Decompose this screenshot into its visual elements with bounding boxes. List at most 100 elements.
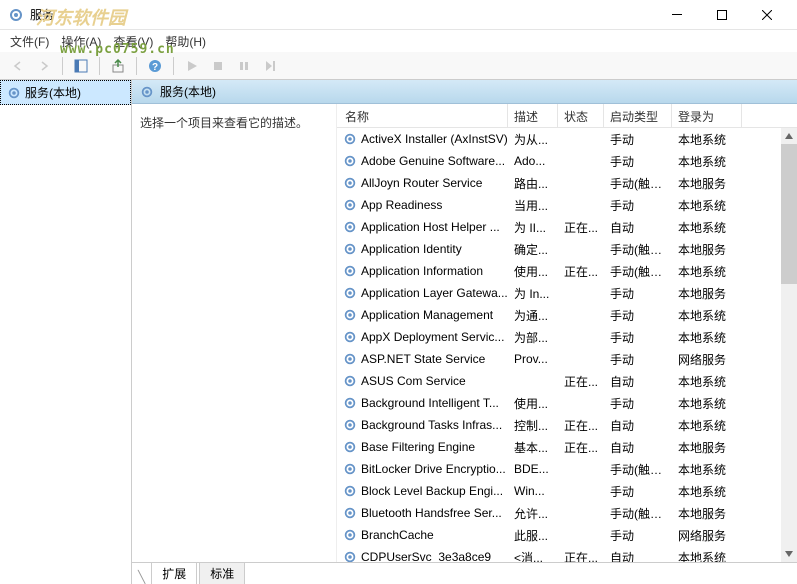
service-row[interactable]: CDPUserSvc_3e3a8ce9<消...正在...自动本地系统 — [337, 546, 797, 562]
cell-status — [558, 489, 604, 493]
cell-logon: 本地服务 — [672, 283, 742, 304]
service-row[interactable]: App Readiness当用...手动本地系统 — [337, 194, 797, 216]
scroll-up-button[interactable] — [781, 128, 797, 144]
cell-name: Base Filtering Engine — [337, 438, 508, 456]
service-row[interactable]: Application Host Helper ...为 II...正在...自… — [337, 216, 797, 238]
watermark-url: www.pc0759.cn — [60, 42, 175, 57]
cell-logon: 本地系统 — [672, 459, 742, 480]
minimize-button[interactable] — [654, 0, 699, 30]
scroll-track[interactable] — [781, 144, 797, 546]
cell-logon: 本地系统 — [672, 547, 742, 563]
service-row[interactable]: Application Identity确定...手动(触发...本地服务 — [337, 238, 797, 260]
cell-status — [558, 203, 604, 207]
cell-status — [558, 291, 604, 295]
service-row[interactable]: Background Intelligent T...使用...手动本地系统 — [337, 392, 797, 414]
col-header-startup[interactable]: 启动类型 — [604, 104, 672, 127]
scroll-down-button[interactable] — [781, 546, 797, 562]
scrollbar[interactable] — [781, 128, 797, 562]
cell-startup: 手动 — [604, 481, 672, 502]
content-title: 服务(本地) — [160, 83, 216, 100]
cell-status — [558, 511, 604, 515]
cell-logon: 本地系统 — [672, 217, 742, 238]
col-header-desc[interactable]: 描述 — [508, 104, 558, 127]
service-row[interactable]: ActiveX Installer (AxInstSV)为从...手动本地系统 — [337, 128, 797, 150]
service-row[interactable]: AppX Deployment Servic...为部...手动本地系统 — [337, 326, 797, 348]
menu-file[interactable]: 文件(F) — [4, 31, 55, 52]
cell-status — [558, 313, 604, 317]
cell-desc: 控制... — [508, 415, 558, 436]
service-row[interactable]: Bluetooth Handsfree Ser...允许...手动(触发...本… — [337, 502, 797, 524]
cell-startup: 自动 — [604, 547, 672, 563]
tree-root[interactable]: 服务(本地) — [0, 80, 131, 105]
separator — [62, 57, 63, 75]
cell-status: 正在... — [558, 415, 604, 436]
service-row[interactable]: Block Level Backup Engi...Win...手动本地系统 — [337, 480, 797, 502]
cell-startup: 手动(触发... — [604, 173, 672, 194]
cell-name: Application Layer Gatewa... — [337, 284, 508, 302]
cell-startup: 手动(触发... — [604, 459, 672, 480]
service-icon — [343, 286, 357, 300]
window-controls — [654, 0, 789, 30]
cell-name: ActiveX Installer (AxInstSV) — [337, 130, 508, 148]
list-body[interactable]: ActiveX Installer (AxInstSV)为从...手动本地系统A… — [337, 128, 797, 562]
cell-logon: 本地系统 — [672, 481, 742, 502]
cell-desc: 为通... — [508, 305, 558, 326]
service-row[interactable]: Application Management为通...手动本地系统 — [337, 304, 797, 326]
service-icon — [343, 176, 357, 190]
service-icon — [343, 506, 357, 520]
back-button — [6, 55, 30, 77]
description-text: 选择一个项目来查看它的描述。 — [140, 114, 328, 131]
tab-standard[interactable]: 标准 — [199, 562, 245, 584]
maximize-button[interactable] — [699, 0, 744, 30]
service-row[interactable]: BitLocker Drive Encryptio...BDE...手动(触发.… — [337, 458, 797, 480]
cell-logon: 本地系统 — [672, 415, 742, 436]
cell-startup: 手动(触发... — [604, 503, 672, 524]
service-icon — [343, 396, 357, 410]
service-row[interactable]: Base Filtering Engine基本...正在...自动本地服务 — [337, 436, 797, 458]
content-panel: 服务(本地) 选择一个项目来查看它的描述。 名称 描述 状态 启动类型 登录为 … — [132, 80, 797, 584]
service-row[interactable]: ASP.NET State ServiceProv...手动网络服务 — [337, 348, 797, 370]
service-row[interactable]: ASUS Com Service正在...自动本地系统 — [337, 370, 797, 392]
export-button[interactable] — [106, 55, 130, 77]
help-button[interactable]: ? — [143, 55, 167, 77]
tabs: ╲ 扩展 标准 — [132, 562, 797, 584]
cell-startup: 手动 — [604, 195, 672, 216]
cell-name: Application Management — [337, 306, 508, 324]
separator — [136, 57, 137, 75]
cell-logon: 本地系统 — [672, 393, 742, 414]
cell-status — [558, 181, 604, 185]
cell-startup: 手动 — [604, 393, 672, 414]
col-header-name[interactable]: 名称 — [337, 104, 508, 127]
cell-status: 正在... — [558, 547, 604, 563]
close-button[interactable] — [744, 0, 789, 30]
cell-desc: 为从... — [508, 129, 558, 150]
tab-extended[interactable]: 扩展 — [151, 562, 197, 584]
cell-desc: 路由... — [508, 173, 558, 194]
service-row[interactable]: AllJoyn Router Service路由...手动(触发...本地服务 — [337, 172, 797, 194]
service-row[interactable]: BranchCache此服...手动网络服务 — [337, 524, 797, 546]
col-header-logon[interactable]: 登录为 — [672, 104, 742, 127]
cell-name: Application Information — [337, 262, 508, 280]
service-icon — [343, 484, 357, 498]
service-row[interactable]: Adobe Genuine Software...Ado...手动本地系统 — [337, 150, 797, 172]
service-row[interactable]: Application Layer Gatewa...为 In...手动本地服务 — [337, 282, 797, 304]
show-hide-button[interactable] — [69, 55, 93, 77]
tab-decoration: ╲ — [138, 570, 145, 584]
service-row[interactable]: Background Tasks Infras...控制...正在...自动本地… — [337, 414, 797, 436]
svg-text:?: ? — [152, 62, 158, 73]
service-icon — [343, 220, 357, 234]
service-row[interactable]: Application Information使用...正在...手动(触发..… — [337, 260, 797, 282]
cell-name: Bluetooth Handsfree Ser... — [337, 504, 508, 522]
main-area: 服务(本地) 服务(本地) 选择一个项目来查看它的描述。 名称 描述 状态 启动… — [0, 80, 797, 584]
service-icon — [343, 198, 357, 212]
cell-status — [558, 159, 604, 163]
cell-status — [558, 533, 604, 537]
cell-status — [558, 401, 604, 405]
service-icon — [343, 440, 357, 454]
cell-desc: 为部... — [508, 327, 558, 348]
cell-logon: 本地服务 — [672, 503, 742, 524]
cell-desc: 为 II... — [508, 217, 558, 238]
scroll-thumb[interactable] — [781, 144, 797, 284]
col-header-status[interactable]: 状态 — [558, 104, 604, 127]
service-icon — [343, 418, 357, 432]
